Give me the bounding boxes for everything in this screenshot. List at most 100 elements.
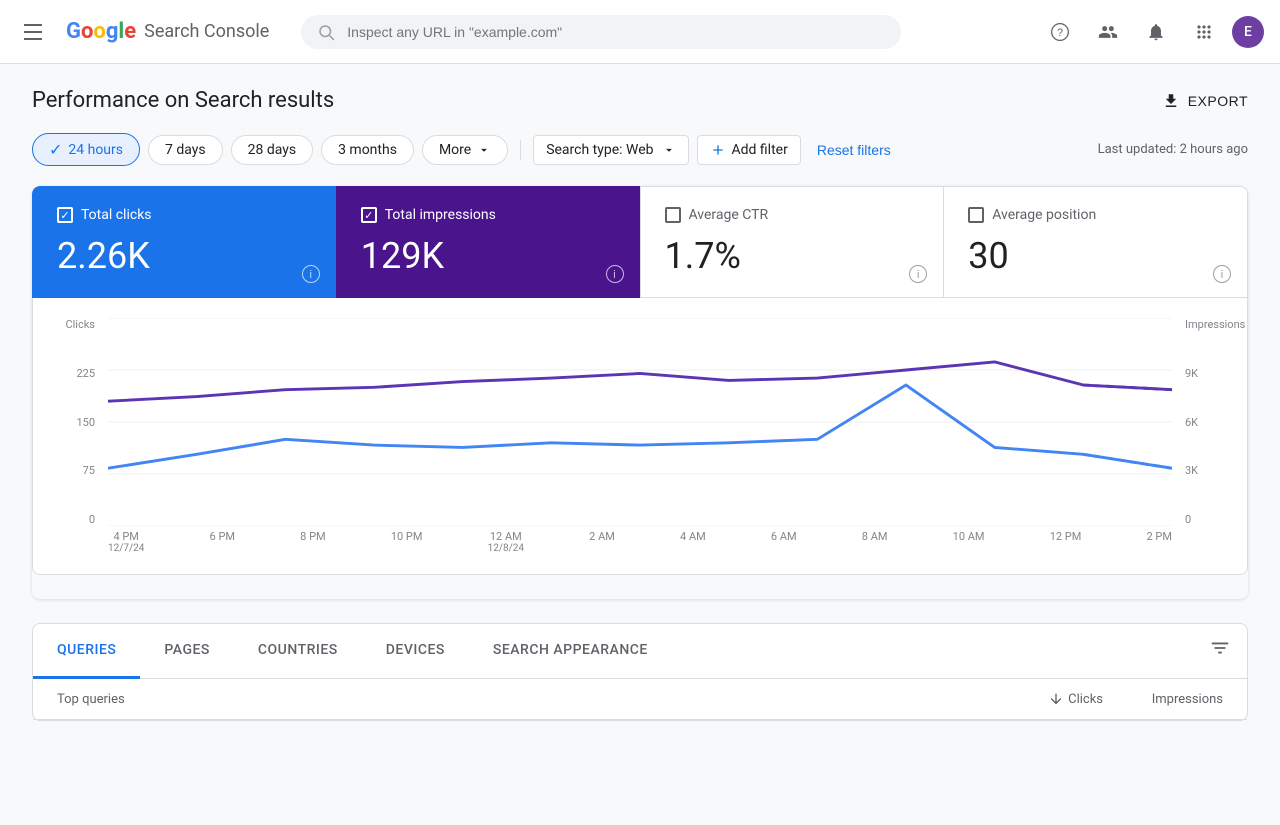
metric-checkbox-ctr[interactable]	[665, 207, 681, 223]
metric-info-position[interactable]: i	[1213, 265, 1231, 283]
filter-24h-label: 24 hours	[68, 142, 123, 158]
filter-more[interactable]: More	[422, 135, 508, 165]
y-tick-225: 225	[76, 367, 95, 380]
y-label-clicks: Clicks	[65, 318, 95, 331]
col-header-query: Top queries	[57, 692, 983, 707]
page-header: Performance on Search results EXPORT	[32, 88, 1248, 113]
metric-card-total-impressions[interactable]: Total impressions 129K i	[336, 186, 641, 298]
filter-3m-label: 3 months	[338, 142, 397, 158]
table-header-row: Top queries Clicks Impressions	[33, 679, 1247, 720]
x-tick-6pm: 6 PM	[210, 530, 235, 543]
search-type-chevron-icon	[662, 143, 676, 157]
metric-card-avg-ctr[interactable]: Average CTR 1.7% i	[640, 186, 945, 298]
y-tick-3k: 3K	[1185, 464, 1198, 477]
metric-info-ctr[interactable]: i	[909, 265, 927, 283]
y-tick-150: 150	[76, 416, 95, 429]
x-tick-6am: 6 AM	[771, 530, 797, 543]
x-tick-4am: 4 AM	[680, 530, 706, 543]
metric-checkbox-position[interactable]	[968, 207, 984, 223]
x-axis: 4 PM 12/7/24 6 PM 8 PM 10 PM 12 AM 12/8/	[108, 526, 1172, 558]
y-tick-6k: 6K	[1185, 416, 1198, 429]
search-type-label: Search type: Web	[546, 142, 653, 158]
menu-icon[interactable]	[16, 16, 50, 48]
x-tick-10am: 10 AM	[953, 530, 985, 543]
apps-button[interactable]	[1184, 12, 1224, 52]
metric-checkbox-impressions[interactable]	[361, 207, 377, 223]
col-header-impressions: Impressions	[1103, 692, 1223, 707]
tab-devices[interactable]: DEVICES	[362, 624, 469, 679]
chevron-down-icon	[477, 143, 491, 157]
export-label: EXPORT	[1188, 93, 1248, 109]
tab-actions	[1193, 624, 1247, 678]
y-tick-0-left: 0	[89, 513, 95, 526]
col-label-impressions: Impressions	[1152, 692, 1223, 707]
x-tick-10pm: 10 PM	[391, 530, 423, 543]
search-bar[interactable]	[301, 15, 901, 49]
filter-3m[interactable]: 3 months	[321, 135, 414, 165]
x-tick-2pm: 2 PM	[1147, 530, 1172, 543]
metric-value-position: 30	[968, 235, 1223, 277]
metric-checkbox-clicks[interactable]	[57, 207, 73, 223]
app-name-label: Search Console	[144, 21, 269, 42]
help-button[interactable]: ?	[1040, 12, 1080, 52]
chart-container: Clicks 225 150 75 0	[32, 298, 1248, 575]
header-actions: ? E	[1040, 12, 1264, 52]
metrics-row: Total clicks 2.26K i Total impressions 1…	[32, 186, 1248, 298]
filter-7d[interactable]: 7 days	[148, 135, 223, 165]
metric-card-avg-position[interactable]: Average position 30 i	[943, 186, 1248, 298]
tab-section: QUERIES PAGES COUNTRIES DEVICES SEARCH A…	[32, 623, 1248, 721]
metric-card-total-clicks[interactable]: Total clicks 2.26K i	[32, 186, 337, 298]
col-label-query: Top queries	[57, 692, 125, 707]
google-logo[interactable]: Google Search Console	[66, 19, 269, 44]
impressions-line	[108, 362, 1172, 401]
last-updated-text: Last updated: 2 hours ago	[1098, 142, 1248, 157]
users-button[interactable]	[1088, 12, 1128, 52]
chart-svg-container	[108, 318, 1172, 526]
tabs-row: QUERIES PAGES COUNTRIES DEVICES SEARCH A…	[33, 624, 1247, 679]
y-tick-9k: 9K	[1185, 367, 1198, 380]
filter-more-label: More	[439, 142, 471, 158]
app-header: Google Search Console ? E	[0, 0, 1280, 64]
filter-24h[interactable]: ✓ 24 hours	[32, 133, 140, 166]
search-input[interactable]	[347, 24, 885, 40]
reset-filters-button[interactable]: Reset filters	[817, 142, 891, 158]
page-title: Performance on Search results	[32, 88, 334, 113]
tab-countries[interactable]: COUNTRIES	[234, 624, 362, 679]
tab-queries[interactable]: QUERIES	[33, 624, 140, 679]
tab-pages[interactable]: PAGES	[140, 624, 234, 679]
y-axis-right: Impressions 9K 6K 3K 0	[1177, 318, 1227, 526]
y-label-impressions: Impressions	[1185, 318, 1245, 331]
filter-7d-label: 7 days	[165, 142, 206, 158]
metric-name-position: Average position	[992, 207, 1096, 223]
table-filter-button[interactable]	[1209, 637, 1231, 665]
metric-info-impressions[interactable]: i	[606, 265, 624, 283]
chart-area: Clicks 225 150 75 0	[53, 318, 1227, 558]
tab-search-appearance[interactable]: SEARCH APPEARANCE	[469, 624, 672, 679]
svg-text:?: ?	[1057, 27, 1063, 39]
avatar[interactable]: E	[1232, 16, 1264, 48]
search-type-filter[interactable]: Search type: Web	[533, 135, 688, 165]
x-tick-4pm: 4 PM 12/7/24	[108, 530, 144, 554]
metric-name-ctr: Average CTR	[689, 207, 769, 223]
col-header-clicks[interactable]: Clicks	[983, 691, 1103, 707]
y-axis-left: Clicks 225 150 75 0	[53, 318, 103, 526]
metric-name-clicks: Total clicks	[81, 207, 152, 223]
metric-value-ctr: 1.7%	[665, 235, 920, 277]
export-button[interactable]: EXPORT	[1162, 92, 1248, 110]
x-tick-2am: 2 AM	[589, 530, 615, 543]
metric-info-clicks[interactable]: i	[302, 265, 320, 283]
page-content: Performance on Search results EXPORT ✓ 2…	[0, 64, 1280, 745]
search-icon	[317, 23, 335, 41]
add-filter-button[interactable]: Add filter	[697, 135, 801, 165]
add-filter-label: Add filter	[732, 142, 788, 158]
table-filter-icon	[1209, 637, 1231, 659]
clicks-line	[108, 385, 1172, 468]
y-tick-75: 75	[83, 464, 95, 477]
notifications-button[interactable]	[1136, 12, 1176, 52]
y-tick-0-right: 0	[1185, 513, 1191, 526]
filter-28d[interactable]: 28 days	[231, 135, 313, 165]
x-tick-8pm: 8 PM	[300, 530, 325, 543]
metric-value-clicks: 2.26K	[57, 235, 312, 277]
filters-row: ✓ 24 hours 7 days 28 days 3 months More …	[32, 133, 1248, 166]
check-icon: ✓	[49, 140, 62, 159]
